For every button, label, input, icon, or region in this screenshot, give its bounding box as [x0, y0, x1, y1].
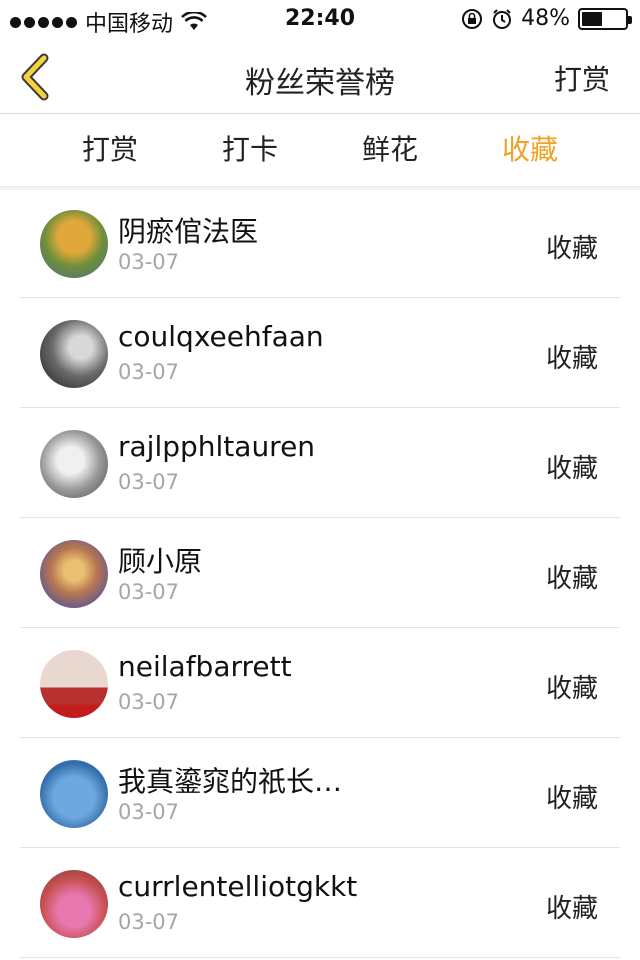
- rotation-lock-icon: [462, 8, 483, 29]
- list-item[interactable]: neilafbarrett 03-07 收藏: [20, 628, 620, 738]
- page-title: 粉丝荣誉榜: [245, 66, 395, 101]
- item-date: 03-07: [118, 690, 180, 714]
- avatar: [40, 870, 108, 938]
- action-label: 收藏: [545, 344, 598, 374]
- list-item[interactable]: rajlpphltauren 03-07 收藏: [20, 408, 620, 518]
- alarm-icon: [493, 8, 512, 29]
- user-name: 我真鎏窕的祇长…: [118, 765, 343, 798]
- user-name: rajlpphltauren: [118, 430, 316, 463]
- nav-bar: 粉丝荣誉榜 打赏: [0, 40, 640, 114]
- battery-fill: [582, 11, 602, 26]
- list-item[interactable]: 顾小原 03-07 收藏: [20, 518, 620, 628]
- item-date: 03-07: [118, 800, 180, 824]
- item-date: 03-07: [118, 910, 180, 934]
- avatar: [40, 540, 108, 608]
- action-label: 收藏: [545, 454, 598, 484]
- tab-favorites[interactable]: 收藏: [460, 114, 600, 186]
- user-name: currlentelliotgkkt: [118, 870, 358, 903]
- list-item[interactable]: 我真鎏窕的祇长… 03-07 收藏: [20, 738, 620, 848]
- user-name: coulqxeehfaan: [118, 320, 324, 353]
- list-item[interactable]: currlentelliotgkkt 03-07 收藏: [20, 848, 620, 958]
- avatar: [40, 650, 108, 718]
- avatar: [40, 210, 108, 278]
- reward-button[interactable]: 打赏: [554, 58, 610, 98]
- action-label: 收藏: [545, 894, 598, 924]
- battery-percent: 48%: [521, 6, 570, 31]
- tab-reward[interactable]: 打赏: [40, 114, 180, 186]
- tab-checkin[interactable]: 打卡: [180, 114, 320, 186]
- list-item[interactable]: 阴瘀倌法医 03-07 收藏: [20, 188, 620, 298]
- item-date: 03-07: [118, 250, 180, 274]
- status-bar: 中国移动 22:40 48%: [0, 0, 640, 40]
- user-name: 阴瘀倌法医: [118, 215, 259, 248]
- action-label: 收藏: [545, 564, 598, 594]
- avatar: [40, 320, 108, 388]
- action-label: 收藏: [545, 784, 598, 814]
- user-name: 顾小原: [118, 545, 203, 578]
- avatar: [40, 760, 108, 828]
- user-name: neilafbarrett: [118, 650, 292, 683]
- list-item[interactable]: coulqxeehfaan 03-07 收藏: [20, 298, 620, 408]
- tab-flowers[interactable]: 鲜花: [320, 114, 460, 186]
- action-label: 收藏: [545, 674, 598, 704]
- fan-list: 阴瘀倌法医 03-07 收藏 coulqxeehfaan 03-07 收藏 ra…: [20, 188, 620, 958]
- status-right: 48%: [461, 6, 632, 31]
- item-date: 03-07: [118, 580, 180, 604]
- item-date: 03-07: [118, 470, 180, 494]
- item-date: 03-07: [118, 360, 180, 384]
- action-label: 收藏: [545, 234, 598, 264]
- battery-icon: [578, 7, 632, 30]
- avatar: [40, 430, 108, 498]
- tab-bar: 打赏 打卡 鲜花 收藏: [0, 114, 640, 186]
